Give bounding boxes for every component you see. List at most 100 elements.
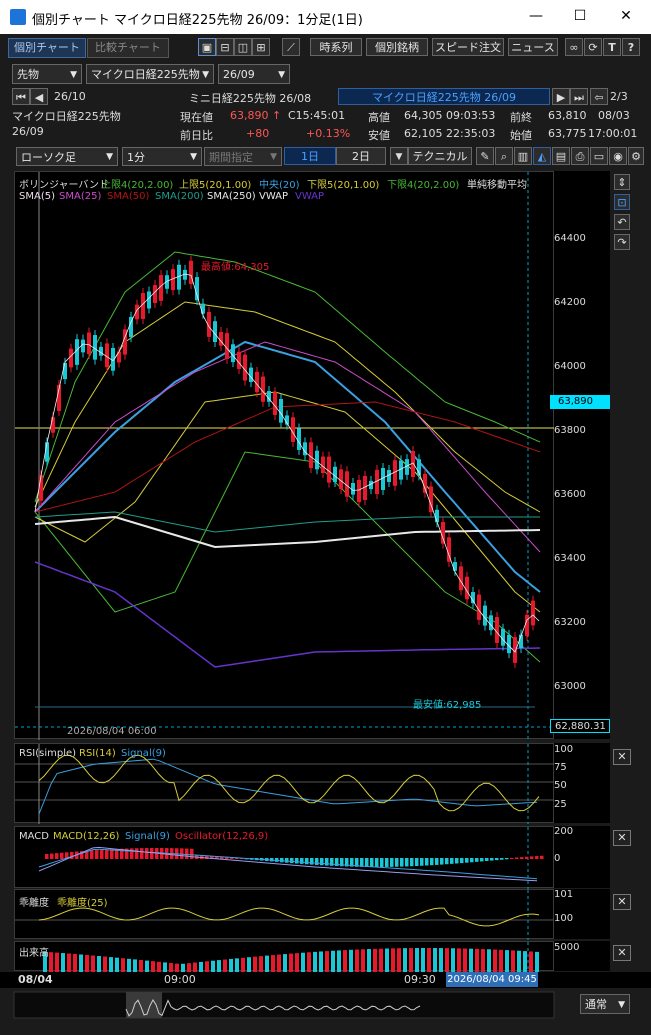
refresh-icon[interactable]: ⟳ bbox=[584, 38, 602, 56]
technical-button[interactable]: テクニカル bbox=[408, 147, 472, 165]
period-select[interactable]: 期間指定 ▼ bbox=[204, 147, 282, 166]
day2-button[interactable]: 2日 bbox=[336, 147, 386, 165]
macd-histogram-bar bbox=[140, 848, 144, 859]
macd-histogram-bar bbox=[460, 858, 464, 864]
layout-split-h-icon[interactable]: ⊟ bbox=[216, 38, 234, 56]
month-value: 26/09 bbox=[223, 68, 255, 81]
macd-histogram-bar bbox=[430, 858, 434, 866]
volume-bar bbox=[343, 950, 347, 972]
document-icon[interactable]: ▤ bbox=[552, 147, 570, 165]
first-icon[interactable]: ⏮ bbox=[12, 88, 30, 105]
text-icon[interactable]: T bbox=[603, 38, 621, 56]
rsi-panel[interactable]: RSI(simple) RSI(14) Signal(9) bbox=[14, 743, 555, 824]
candle-body bbox=[213, 321, 217, 343]
timeseries-button[interactable]: 時系列 bbox=[310, 38, 362, 56]
volume-bar bbox=[337, 950, 341, 972]
current-price-tag: 63,890 bbox=[550, 395, 610, 409]
symbol-select[interactable]: マイクロ日経225先物 ▼ bbox=[86, 64, 214, 84]
volume-bar bbox=[271, 955, 275, 972]
legend-up4: 上限4(20,2.00) bbox=[101, 180, 174, 191]
bar-chart-icon[interactable]: ▥ bbox=[514, 147, 532, 165]
pencil-icon[interactable]: ✎ bbox=[476, 147, 494, 165]
volume-panel[interactable]: 出来高 bbox=[14, 941, 554, 972]
last-icon[interactable]: ⏭ bbox=[570, 88, 588, 105]
lock-icon[interactable]: ⊡ bbox=[614, 194, 630, 210]
macd-histogram-bar bbox=[370, 858, 374, 867]
redo-icon[interactable]: ↷ bbox=[614, 234, 630, 250]
layout-grid-icon[interactable]: ⊞ bbox=[252, 38, 270, 56]
layout-single-icon[interactable]: ▣ bbox=[198, 38, 216, 56]
stock-button[interactable]: 個別銘柄 bbox=[366, 38, 428, 56]
low-price: 62,105 bbox=[404, 127, 443, 140]
macd-histogram-bar bbox=[145, 848, 149, 859]
link-icon[interactable]: ∞ bbox=[565, 38, 583, 56]
macd-title: MACD bbox=[19, 831, 49, 842]
macd-histogram-bar bbox=[500, 858, 504, 860]
contract-left[interactable]: 26/10 bbox=[54, 90, 154, 103]
volume-bar bbox=[397, 948, 401, 972]
back-arrow-icon[interactable]: ⇦ bbox=[590, 88, 608, 105]
price-axis[interactable]: 64400 64200 64000 63800 63600 63400 6320… bbox=[550, 171, 610, 739]
candle-body bbox=[219, 331, 223, 346]
close-macd-icon[interactable]: ✕ bbox=[613, 830, 631, 846]
legend-sma5: SMA(5) bbox=[19, 191, 55, 202]
close-volume-icon[interactable]: ✕ bbox=[613, 945, 631, 961]
close-kairi-icon[interactable]: ✕ bbox=[613, 894, 631, 910]
candle-body bbox=[117, 351, 121, 363]
candle-body bbox=[441, 521, 445, 544]
macd-panel[interactable]: MACD MACD(12,26) Signal(9) Oscillator(12… bbox=[14, 826, 554, 889]
range-navigator[interactable] bbox=[0, 990, 560, 1020]
collapse-icon[interactable]: ⇕ bbox=[614, 174, 630, 190]
macd-histogram-bar bbox=[295, 858, 299, 864]
main-chart-panel[interactable]: ボリンジャーバンド 上限4(20,2.00) 上限5(20,1.00) 中央(2… bbox=[14, 171, 555, 740]
market-select[interactable]: 先物 ▼ bbox=[12, 64, 82, 84]
open-price: 63,775 bbox=[548, 127, 587, 140]
speed-order-button[interactable]: スピード注文 bbox=[432, 38, 504, 56]
camera-icon[interactable]: ◉ bbox=[609, 147, 627, 165]
interval-select[interactable]: 1分 ▼ bbox=[122, 147, 202, 166]
price-tick: 63400 bbox=[554, 553, 586, 564]
maximize-button[interactable]: ☐ bbox=[568, 6, 592, 26]
layout-split-v-icon[interactable]: ◫ bbox=[234, 38, 252, 56]
next-icon[interactable]: ▶ bbox=[552, 88, 570, 105]
rsi-tick: 25 bbox=[554, 799, 567, 810]
help-icon[interactable]: ? bbox=[622, 38, 640, 56]
undo-icon[interactable]: ↶ bbox=[614, 214, 630, 230]
draw-line-icon[interactable]: ⟋ bbox=[282, 38, 300, 56]
macd-histogram-bar bbox=[455, 858, 459, 864]
gear-icon[interactable]: ⚙ bbox=[628, 147, 644, 165]
macd-histogram-bar bbox=[440, 858, 444, 865]
print-icon[interactable]: ⎙ bbox=[571, 147, 589, 165]
contract-middle[interactable]: ミニ日経225先物 26/08 bbox=[170, 90, 330, 106]
volume-bar bbox=[301, 952, 305, 972]
minimize-button[interactable]: — bbox=[524, 6, 548, 26]
kairi-line bbox=[38, 907, 540, 927]
area-chart-icon[interactable]: ◭ bbox=[533, 147, 551, 165]
mode-select[interactable]: 通常 ▼ bbox=[580, 994, 630, 1014]
close-rsi-icon[interactable]: ✕ bbox=[613, 749, 631, 765]
chart-type-select[interactable]: ローソク足 ▼ bbox=[16, 147, 118, 166]
news-button[interactable]: ニュース bbox=[508, 38, 558, 56]
candle-body bbox=[249, 367, 253, 383]
prev-icon[interactable]: ◀ bbox=[30, 88, 48, 105]
month-select[interactable]: 26/09 ▼ bbox=[218, 64, 290, 84]
price-tick: 64000 bbox=[554, 361, 586, 372]
close-window-button[interactable]: ✕ bbox=[614, 6, 638, 26]
macd-histogram-bar bbox=[300, 858, 304, 864]
candle-body bbox=[489, 615, 493, 631]
day1-button[interactable]: 1日 bbox=[284, 147, 336, 165]
contract-active[interactable]: マイクロ日経225先物 26/09 bbox=[338, 88, 550, 105]
tab-compare-chart[interactable]: 比較チャート bbox=[87, 38, 169, 58]
zoom-icon[interactable]: ⌕ bbox=[495, 147, 513, 165]
macd-histogram-bar bbox=[95, 850, 99, 859]
kairi-panel[interactable]: 乖離度 乖離度(25) bbox=[14, 889, 555, 940]
volume-bar bbox=[481, 949, 485, 972]
chevron-down-icon[interactable]: ▼ bbox=[390, 147, 408, 165]
volume-bar bbox=[211, 960, 215, 972]
macd-histogram-bar bbox=[495, 858, 499, 861]
tab-single-chart[interactable]: 個別チャート bbox=[8, 38, 86, 58]
time-axis: 08/04 09:00 09:30 2026/08/04 09:45 bbox=[0, 972, 651, 988]
folder-icon[interactable]: ▭ bbox=[590, 147, 608, 165]
rsi-axis: 100 75 50 25 bbox=[554, 743, 610, 823]
navigator-frame bbox=[13, 991, 555, 1019]
